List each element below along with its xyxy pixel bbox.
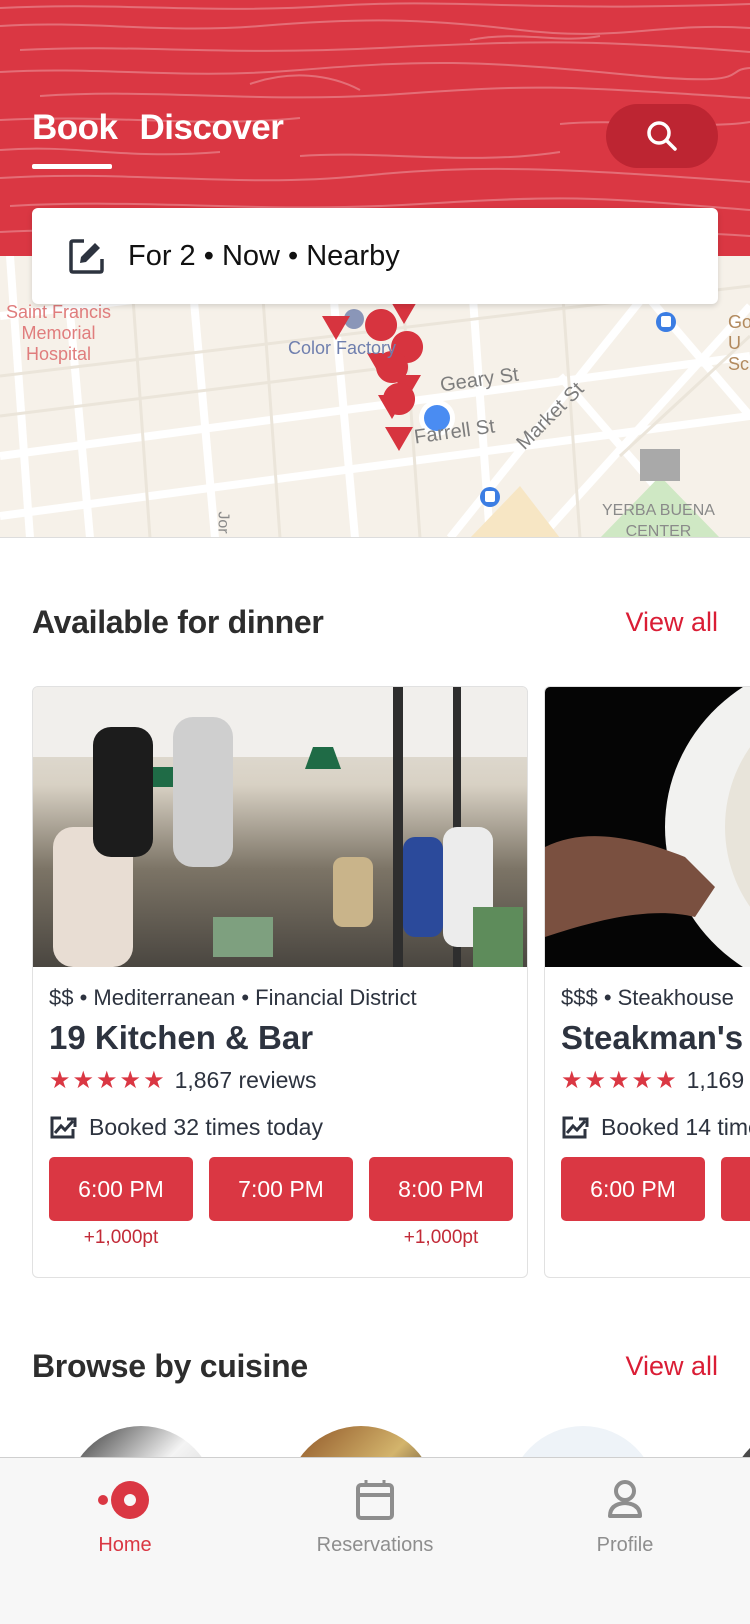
booked-row: Booked 14 times today [561,1114,750,1141]
bottom-navigation: Home Reservations Profile [0,1457,750,1624]
star-icon: ★ [561,1066,583,1094]
time-slot-button[interactable]: 7:00 PM [721,1157,750,1221]
booked-today-text: Booked 14 times today [601,1114,750,1140]
star-icon: ★ [96,1066,118,1094]
restaurant-photo [545,687,750,967]
nav-profile-label: Profile [596,1534,654,1556]
star-icon: ★ [119,1066,142,1094]
slot-points: +1,000pt [403,1227,479,1248]
map-label-jones-st: Jor [214,511,232,534]
cuisine-section-header: Browse by cuisine View all [32,1348,718,1385]
booked-row: Booked 32 times today [49,1114,511,1141]
star-icon: ★ [584,1066,607,1094]
home-icon [98,1481,149,1519]
header-tabs: Book Discover [32,108,284,169]
star-icon: ★ [608,1066,630,1094]
edit-icon [69,239,104,274]
cuisine-section-title: Browse by cuisine [32,1348,308,1384]
map-label-yerba-buena: YERBA BUENA CENTER [602,502,715,538]
yerba-buena-building-icon [640,449,680,481]
map-label-color-factory: Color Factory [288,338,397,358]
slot-points: +1,000pt [83,1227,159,1248]
search-icon [647,121,677,151]
review-count: 1,169 [686,1067,745,1093]
dinner-section-header: Available for dinner View all [32,604,718,641]
star-rating: ★ ★ ★ ★ ★ [561,1066,677,1094]
nav-home-label: Home [98,1534,152,1556]
restaurant-meta: $$ • Mediterranean • Financial District [49,985,417,1010]
nav-reservations-label: Reservations [316,1534,434,1556]
search-button[interactable] [606,104,718,168]
time-slots: 6:00 PM 7:00 PM [561,1157,750,1249]
tab-discover[interactable]: Discover [140,108,284,148]
rating-row: ★ ★ ★ ★ ★ 1,169 [561,1067,750,1094]
star-icon: ★ [72,1066,95,1094]
filter-summary: For 2 • Now • Nearby [128,239,400,272]
restaurant-name[interactable]: Steakman's [561,1019,750,1057]
restaurant-interior-image [33,687,527,967]
star-icon: ★ [655,1066,677,1094]
time-slots: 6:00 PM +1,000pt 7:00 PM 8:00 PM +1,000p… [49,1157,513,1249]
star-icon: ★ [631,1066,654,1094]
dinner-view-all-link[interactable]: View all [625,607,718,638]
calendar-icon [356,1480,394,1520]
time-slot-button[interactable]: 6:00 PM [561,1157,705,1221]
nav-home[interactable]: Home [0,1458,250,1624]
review-count: 1,867 reviews [174,1067,317,1093]
star-icon: ★ [143,1066,165,1094]
star-icon: ★ [49,1066,71,1094]
time-slot-button[interactable]: 6:00 PM [49,1157,193,1221]
star-rating: ★ ★ ★ ★ ★ [49,1066,165,1094]
nav-reservations[interactable]: Reservations [250,1458,500,1624]
time-slot-button[interactable]: 7:00 PM [209,1157,353,1221]
trending-up-icon [50,1116,77,1138]
booked-today-text: Booked 32 times today [89,1114,323,1140]
profile-icon [608,1480,642,1518]
time-slot-button[interactable]: 8:00 PM [369,1157,513,1221]
trending-up-icon [562,1116,589,1138]
cuisine-view-all-link[interactable]: View all [625,1351,718,1382]
restaurant-card[interactable]: $$$ • Steakhouse Steakman's ★ ★ ★ ★ ★ 1,… [544,686,750,1278]
map-label-hospital: Saint Francis Memorial Hospital [6,302,112,364]
steak-plate-image [545,687,750,967]
transit-station-icon [656,312,676,332]
nav-profile[interactable]: Profile [500,1458,750,1624]
map-label-school: Go U Sch [728,312,750,374]
transit-station-icon [480,487,500,507]
dinner-section-title: Available for dinner [32,604,324,640]
tab-book[interactable]: Book [32,108,118,169]
restaurant-name[interactable]: 19 Kitchen & Bar [49,1019,511,1057]
restaurant-meta: $$$ • Steakhouse [561,985,734,1010]
restaurant-card[interactable]: $$ • Mediterranean • Financial District … [32,686,528,1278]
restaurant-photo [33,687,527,967]
rating-row: ★ ★ ★ ★ ★ 1,867 reviews [49,1067,511,1094]
party-time-location-filter[interactable]: For 2 • Now • Nearby [32,208,718,304]
